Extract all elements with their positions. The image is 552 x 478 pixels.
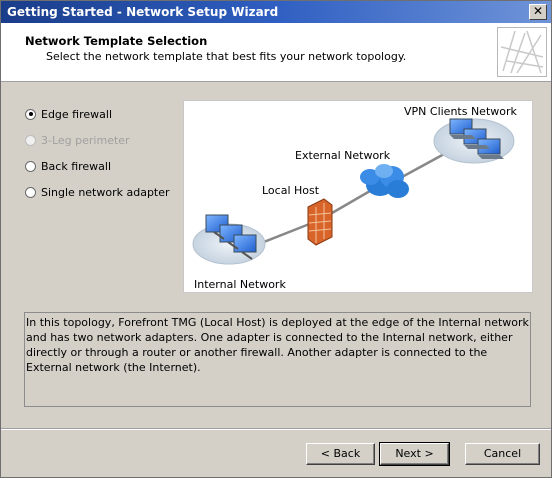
button-separator — [1, 428, 551, 430]
back-button[interactable]: < Back — [306, 443, 375, 465]
internal-network-icon — [192, 214, 266, 265]
option-label: Single network adapter — [41, 185, 170, 199]
3-leg-perimeter-radio — [25, 134, 36, 146]
internal-network-label: Internal Network — [194, 278, 286, 291]
local-host-label: Local Host — [262, 184, 320, 197]
wizard-header: Network Template Selection Select the ne… — [1, 23, 551, 82]
page-subtitle: Select the network template that best fi… — [46, 50, 407, 63]
option-back-firewall[interactable]: Back firewall — [25, 153, 170, 179]
option-label: Back firewall — [41, 159, 112, 173]
close-button[interactable]: ✕ — [529, 4, 547, 20]
option-3-leg-perimeter: 3-Leg perimeter — [25, 127, 170, 153]
title-bar[interactable]: Getting Started - Network Setup Wizard ✕ — [1, 1, 551, 23]
option-single-network-adapter[interactable]: Single network adapter — [25, 179, 170, 205]
edge-firewall-radio[interactable] — [25, 108, 36, 120]
wizard-logo-icon — [497, 27, 547, 77]
next-button[interactable]: Next > — [379, 442, 450, 466]
topology-diagram: VPN Clients Network External Network Loc… — [183, 100, 533, 293]
option-label: Edge firewall — [41, 107, 113, 121]
option-label: 3-Leg perimeter — [41, 133, 130, 147]
single-network-adapter-radio[interactable] — [25, 186, 36, 198]
template-description: In this topology, Forefront TMG (Local H… — [24, 312, 531, 407]
cancel-button[interactable]: Cancel — [465, 443, 540, 465]
page-title: Network Template Selection — [25, 34, 208, 48]
close-icon: ✕ — [532, 4, 544, 18]
wizard-window: Getting Started - Network Setup Wizard ✕… — [0, 0, 552, 478]
option-edge-firewall[interactable]: Edge firewall — [25, 101, 170, 127]
back-firewall-radio[interactable] — [25, 160, 36, 172]
template-options: Edge firewall 3-Leg perimeter Back firew… — [25, 101, 170, 205]
firewall-icon — [307, 198, 333, 246]
vpn-clients-icon — [433, 118, 515, 164]
external-network-label: External Network — [295, 149, 391, 162]
vpn-clients-label: VPN Clients Network — [404, 105, 517, 118]
window-title: Getting Started - Network Setup Wizard — [7, 5, 279, 19]
